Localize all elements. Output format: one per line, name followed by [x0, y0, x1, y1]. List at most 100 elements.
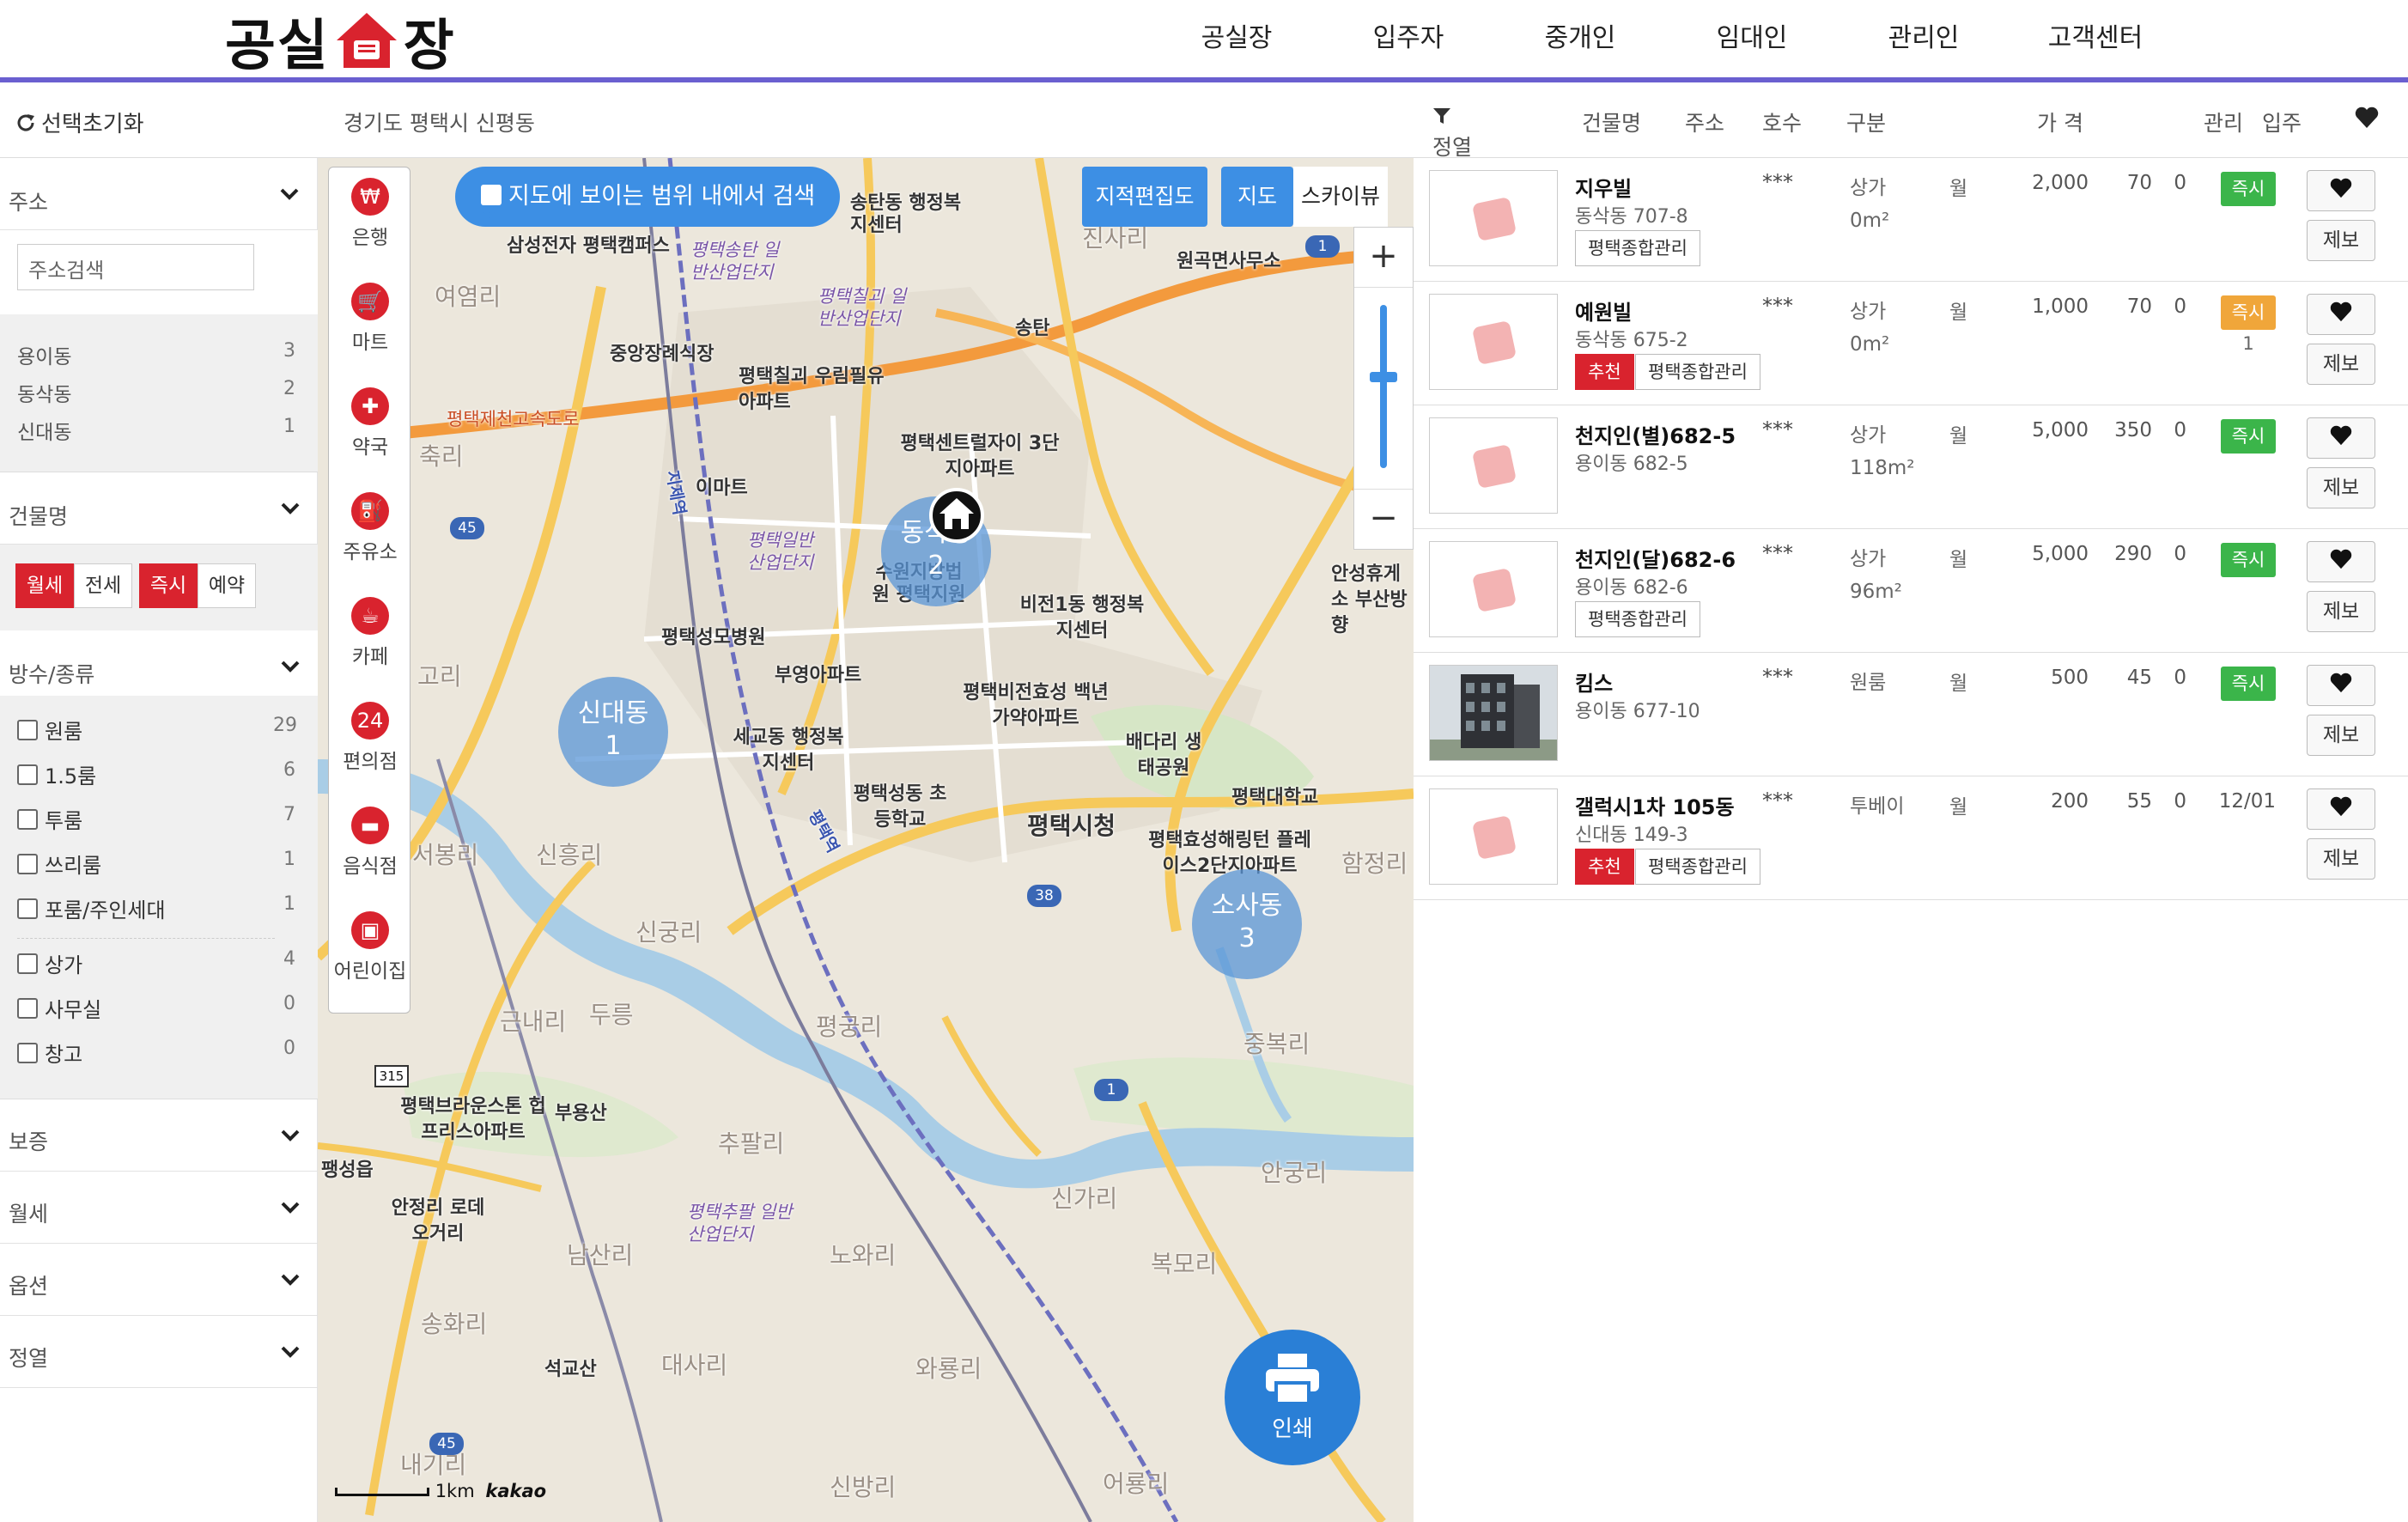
favorite-button[interactable]: [2307, 665, 2375, 706]
sort-section-toggle[interactable]: 정열: [0, 1316, 318, 1388]
listing-row[interactable]: 천지인(달)682-6 용이동 682-6 평택종합관리 *** 상가 96m² …: [1414, 529, 2408, 653]
building-name[interactable]: 갤럭시1차 105동: [1575, 790, 1735, 820]
favorite-button[interactable]: [2307, 294, 2375, 335]
nav-tenant[interactable]: 입주자: [1323, 0, 1494, 77]
favorite-button[interactable]: [2307, 170, 2375, 211]
map-cluster-sosa[interactable]: 소사동 3: [1192, 869, 1302, 979]
listing-row[interactable]: 지우빌 동삭동 707-8 평택종합관리 *** 상가 0m² 월 2,000 7…: [1414, 158, 2408, 282]
report-button[interactable]: 제보: [2307, 344, 2375, 385]
checkbox[interactable]: [17, 853, 38, 874]
checkbox[interactable]: [17, 898, 38, 919]
room-option[interactable]: 투룸: [17, 804, 82, 834]
poi-restaurant[interactable]: ▬ 음식점: [329, 807, 411, 879]
poi-pharmacy[interactable]: ✚ 약국: [329, 387, 411, 460]
reset-selection-button[interactable]: 선택초기화: [15, 107, 144, 138]
deal-monthly-toggle[interactable]: 월세: [15, 563, 74, 608]
room-section-toggle[interactable]: 방수/종류: [0, 630, 318, 703]
room-option[interactable]: 포룸/주인세대: [17, 893, 166, 923]
property-type: 투베이: [1850, 790, 1904, 823]
listing-row[interactable]: 천지인(별)682-5 용이동 682-5 *** 상가 118m² 월 5,00…: [1414, 405, 2408, 529]
rent-section-toggle[interactable]: 월세: [0, 1172, 318, 1244]
placeholder-house-icon: [1471, 443, 1517, 490]
checkbox-checked[interactable]: [481, 184, 502, 218]
room-option[interactable]: 쓰리룸: [17, 849, 101, 879]
deposit-section-toggle[interactable]: 보증: [0, 1099, 318, 1172]
maintenance-fee: 0: [2174, 295, 2186, 318]
listing-photo[interactable]: [1429, 665, 1558, 761]
deal-jeonse-toggle[interactable]: 전세: [74, 563, 132, 608]
nav-landlord[interactable]: 임대인: [1666, 0, 1838, 77]
favorite-button[interactable]: [2307, 541, 2375, 582]
favorites-header-icon[interactable]: [2355, 107, 2379, 134]
building-address: 용이동 682-5: [1575, 454, 1688, 475]
checkbox[interactable]: [17, 1042, 38, 1063]
poi-mart[interactable]: 🛒 마트: [329, 283, 411, 355]
building-section-toggle[interactable]: 건물명: [0, 472, 318, 545]
logo[interactable]: 공실 장: [225, 7, 456, 78]
dong-item[interactable]: 용이동: [17, 340, 71, 369]
zoom-in-button[interactable]: +: [1354, 228, 1413, 288]
room-option[interactable]: 원룸: [17, 715, 82, 745]
checkbox[interactable]: [17, 997, 38, 1019]
address-search-field[interactable]: 주소검색: [17, 244, 254, 290]
dong-count: 3: [283, 340, 295, 362]
road-map-button[interactable]: 지도: [1221, 167, 1293, 227]
poi-bank[interactable]: ₩ 은행: [329, 178, 411, 250]
move-immediate-toggle[interactable]: 즉시: [139, 563, 198, 608]
address-section-toggle[interactable]: 주소: [0, 158, 317, 230]
nav-gongsiljang[interactable]: 공실장: [1151, 0, 1323, 77]
room-option[interactable]: 1.5룸: [17, 759, 96, 789]
report-button[interactable]: 제보: [2307, 715, 2375, 756]
map-view[interactable]: 삼성전자 평택캠퍼스 송탄동 행정복지센터 원곡면사무소 중앙장례식장 평택칠괴…: [318, 158, 1414, 1522]
listing-row[interactable]: 예원빌 동삭동 675-2 추천 평택종합관리 *** 상가 0m² 월 1,00…: [1414, 282, 2408, 405]
listing-thumbnail[interactable]: [1429, 788, 1558, 885]
print-button[interactable]: 인쇄: [1225, 1330, 1360, 1465]
room-option[interactable]: 상가: [17, 948, 82, 978]
checkbox[interactable]: [17, 764, 38, 785]
dong-item[interactable]: 신대동: [17, 416, 71, 445]
listing-row[interactable]: 갤럭시1차 105동 신대동 149-3 추천 평택종합관리 *** 투베이 월…: [1414, 776, 2408, 900]
building-name[interactable]: 예원빌: [1575, 295, 1632, 326]
options-section-toggle[interactable]: 옵션: [0, 1244, 318, 1316]
zoom-slider-track[interactable]: [1380, 305, 1387, 468]
home-marker-icon[interactable]: [929, 488, 984, 543]
skyview-button[interactable]: 스카이뷰: [1293, 167, 1388, 227]
map-cluster-sindae[interactable]: 신대동 1: [558, 677, 668, 787]
poi-cafe[interactable]: ☕ 카페: [329, 597, 411, 669]
listing-thumbnail[interactable]: [1429, 417, 1558, 514]
checkbox[interactable]: [17, 719, 38, 740]
listing-row[interactable]: 킴스 용이동 677-10 *** 원룸 월 500 45 0 즉시 제보: [1414, 653, 2408, 776]
map-bounds-search-toggle[interactable]: 지도에 보이는 범위 내에서 검색: [455, 167, 840, 227]
nav-manager[interactable]: 관리인: [1838, 0, 2010, 77]
nav-broker[interactable]: 중개인: [1494, 0, 1666, 77]
poi-gas[interactable]: ⛽ 주유소: [329, 492, 411, 564]
nav-customer-center[interactable]: 고객센터: [2010, 0, 2181, 77]
building-name[interactable]: 천지인(달)682-6: [1575, 543, 1736, 573]
dong-item[interactable]: 동삭동: [17, 378, 71, 407]
report-button[interactable]: 제보: [2307, 838, 2375, 880]
move-reserve-toggle[interactable]: 예약: [198, 563, 256, 608]
favorite-button[interactable]: [2307, 417, 2375, 459]
checkbox[interactable]: [17, 953, 38, 974]
poi-label: 은행: [351, 227, 389, 249]
zoom-out-button[interactable]: −: [1354, 489, 1413, 549]
room-option[interactable]: 사무실: [17, 993, 101, 1023]
favorite-button[interactable]: [2307, 788, 2375, 830]
sort-button[interactable]: 정열: [1432, 107, 1472, 160]
zoom-slider-handle[interactable]: [1370, 372, 1397, 382]
building-name[interactable]: 킴스: [1575, 667, 1613, 697]
report-button[interactable]: 제보: [2307, 467, 2375, 508]
sort-label: 정열: [1432, 135, 1473, 160]
listing-thumbnail[interactable]: [1429, 170, 1558, 266]
poi-convenience[interactable]: 24 편의점: [329, 702, 411, 774]
listing-thumbnail[interactable]: [1429, 294, 1558, 390]
room-option[interactable]: 창고: [17, 1038, 82, 1068]
listing-thumbnail[interactable]: [1429, 541, 1558, 637]
building-name[interactable]: 천지인(별)682-5: [1575, 419, 1736, 449]
building-name[interactable]: 지우빌: [1575, 172, 1632, 202]
report-button[interactable]: 제보: [2307, 591, 2375, 632]
checkbox[interactable]: [17, 808, 38, 830]
poi-daycare[interactable]: ▣ 어린이집: [329, 911, 411, 983]
report-button[interactable]: 제보: [2307, 220, 2375, 261]
cadastral-map-button[interactable]: 지적편집도: [1082, 167, 1207, 227]
